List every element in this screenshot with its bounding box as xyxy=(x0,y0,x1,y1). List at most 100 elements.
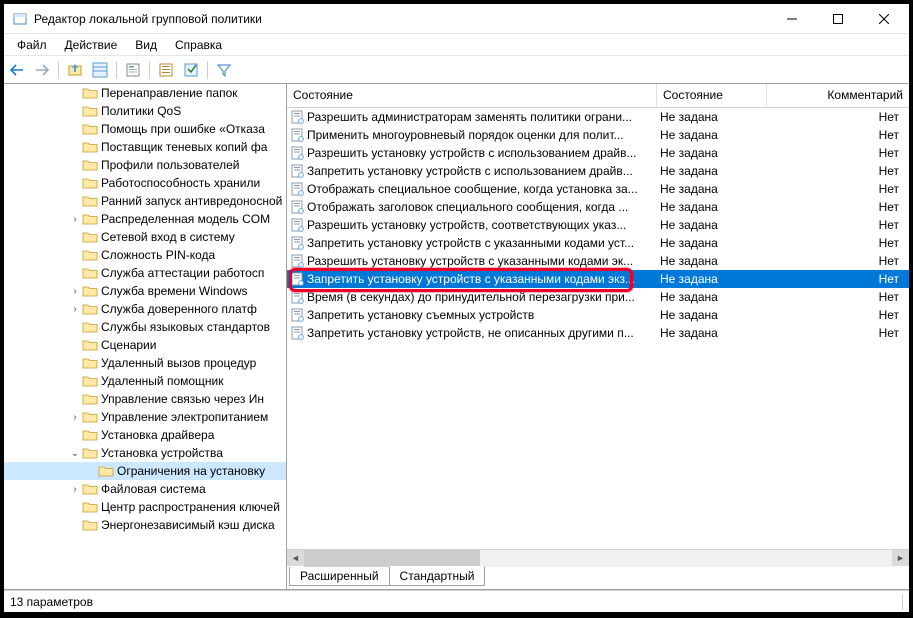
policy-row[interactable]: Отображать заголовок специального сообще… xyxy=(287,198,909,216)
policy-state: Не задана xyxy=(657,290,767,304)
policy-row[interactable]: Разрешить администраторам заменять полит… xyxy=(287,108,909,126)
folder-icon xyxy=(82,482,98,496)
list-view-button[interactable] xyxy=(89,59,111,81)
tree-item[interactable]: ›Служба доверенного платф xyxy=(4,300,286,318)
policy-row[interactable]: Время (в секундах) до принудительной пер… xyxy=(287,288,909,306)
forward-button[interactable] xyxy=(31,59,53,81)
tree-item[interactable]: Энергонезависимый кэш диска xyxy=(4,516,286,534)
tree-item[interactable]: Установка драйвера xyxy=(4,426,286,444)
column-state[interactable]: Состояние xyxy=(657,84,767,107)
minimize-button[interactable] xyxy=(769,4,815,34)
tree-item[interactable]: ⌄Установка устройства xyxy=(4,444,286,462)
scroll-track[interactable] xyxy=(304,550,892,567)
policy-name-cell: Запретить установку устройств с указанны… xyxy=(287,236,657,250)
column-comment[interactable]: Комментарий xyxy=(767,84,909,107)
menu-file[interactable]: Файл xyxy=(9,36,55,54)
policy-row[interactable]: Запретить установку устройств, не описан… xyxy=(287,324,909,342)
tree-item[interactable]: Сценарии xyxy=(4,336,286,354)
up-button[interactable] xyxy=(64,59,86,81)
tree-item[interactable]: Политики QoS xyxy=(4,102,286,120)
horizontal-scrollbar[interactable]: ◄ ► xyxy=(287,549,909,566)
policy-row[interactable]: Запретить установку устройств с указанны… xyxy=(287,234,909,252)
tree-item[interactable]: ›Управление электропитанием xyxy=(4,408,286,426)
policy-name: Запретить установку съемных устройств xyxy=(307,308,534,322)
folder-icon xyxy=(82,338,98,352)
policy-row[interactable]: Разрешить установку устройств с использо… xyxy=(287,144,909,162)
policy-name-cell: Время (в секундах) до принудительной пер… xyxy=(287,290,657,304)
list-body[interactable]: Разрешить администраторам заменять полит… xyxy=(287,108,909,549)
policy-name-cell: Отображать заголовок специального сообще… xyxy=(287,200,657,214)
tree-item[interactable]: ›Служба времени Windows xyxy=(4,282,286,300)
tree-item-label: Ранний запуск антивредоносной xyxy=(101,194,282,208)
folder-icon xyxy=(82,302,98,316)
close-button[interactable] xyxy=(861,4,907,34)
policy-row[interactable]: Разрешить установку устройств с указанны… xyxy=(287,252,909,270)
tree-item-label: Служба аттестации работосп xyxy=(101,266,264,280)
toolbar-separator xyxy=(149,61,150,79)
policy-name: Разрешить администраторам заменять полит… xyxy=(307,110,632,124)
tree-item[interactable]: Профили пользователей xyxy=(4,156,286,174)
policy-row[interactable]: Запретить установку устройств с указанны… xyxy=(287,270,909,288)
tree-panel[interactable]: Перенаправление папокПолитики QoSПомощь … xyxy=(4,84,287,589)
properties-button[interactable] xyxy=(122,59,144,81)
tree-expander-icon[interactable]: › xyxy=(68,412,82,423)
tree-item[interactable]: ›Файловая система xyxy=(4,480,286,498)
help-button[interactable] xyxy=(180,59,202,81)
tree-item[interactable]: Сетевой вход в систему xyxy=(4,228,286,246)
folder-icon xyxy=(82,140,98,154)
policy-row[interactable]: Разрешить установку устройств, соответст… xyxy=(287,216,909,234)
tree-item[interactable]: Удаленный вызов процедур xyxy=(4,354,286,372)
filter-button[interactable] xyxy=(213,59,235,81)
column-name[interactable]: Состояние xyxy=(287,84,657,107)
menu-help[interactable]: Справка xyxy=(167,36,230,54)
tab-standard[interactable]: Стандартный xyxy=(389,566,486,586)
folder-icon xyxy=(82,176,98,190)
scroll-right-arrow[interactable]: ► xyxy=(892,550,909,567)
policy-icon xyxy=(290,218,304,232)
folder-icon xyxy=(82,86,98,100)
policy-row[interactable]: Отображать специальное сообщение, когда … xyxy=(287,180,909,198)
maximize-button[interactable] xyxy=(815,4,861,34)
menubar: Файл Действие Вид Справка xyxy=(4,34,909,56)
folder-icon xyxy=(82,356,98,370)
menu-action[interactable]: Действие xyxy=(57,36,126,54)
folder-icon xyxy=(82,374,98,388)
policy-icon xyxy=(290,290,304,304)
tree-item[interactable]: Центр распространения ключей xyxy=(4,498,286,516)
tab-extended[interactable]: Расширенный xyxy=(289,567,390,586)
tree-item-label: Центр распространения ключей xyxy=(101,500,280,514)
policy-name: Отображать заголовок специального сообще… xyxy=(307,200,628,214)
tree-expander-icon[interactable]: › xyxy=(68,484,82,495)
tree-item[interactable]: Удаленный помощник xyxy=(4,372,286,390)
policy-row[interactable]: Применить многоуровневый порядок оценки … xyxy=(287,126,909,144)
policy-name: Разрешить установку устройств, соответст… xyxy=(307,218,626,232)
tree-item[interactable]: Ранний запуск антивредоносной xyxy=(4,192,286,210)
policy-row[interactable]: Запретить установку съемных устройствНе … xyxy=(287,306,909,324)
back-button[interactable] xyxy=(6,59,28,81)
tree-item[interactable]: Сложность PIN-кода xyxy=(4,246,286,264)
policy-comment: Нет xyxy=(767,182,909,196)
tree-item[interactable]: Служба аттестации работосп xyxy=(4,264,286,282)
tree-item[interactable]: Управление связью через Ин xyxy=(4,390,286,408)
tree-item[interactable]: Поставщик теневых копий фа xyxy=(4,138,286,156)
tree-expander-icon[interactable]: › xyxy=(68,304,82,315)
policy-name: Запретить установку устройств с использо… xyxy=(307,164,633,178)
details-button[interactable] xyxy=(155,59,177,81)
tree-item[interactable]: Перенаправление папок xyxy=(4,84,286,102)
tree-expander-icon[interactable]: › xyxy=(68,214,82,225)
tree-item[interactable]: Ограничения на установку xyxy=(4,462,286,480)
policy-state: Не задана xyxy=(657,218,767,232)
policy-name-cell: Отображать специальное сообщение, когда … xyxy=(287,182,657,196)
tree-item[interactable]: Службы языковых стандартов xyxy=(4,318,286,336)
menu-view[interactable]: Вид xyxy=(127,36,165,54)
scroll-thumb[interactable] xyxy=(304,550,480,567)
policy-row[interactable]: Запретить установку устройств с использо… xyxy=(287,162,909,180)
scroll-left-arrow[interactable]: ◄ xyxy=(287,550,304,567)
toolbar-separator xyxy=(58,61,59,79)
tree-expander-icon[interactable]: ⌄ xyxy=(68,448,82,459)
tree-item[interactable]: Помощь при ошибке «Отказа xyxy=(4,120,286,138)
tree-item[interactable]: ›Распределенная модель COM xyxy=(4,210,286,228)
tree-expander-icon[interactable]: › xyxy=(68,286,82,297)
tree-item[interactable]: Работоспособность хранили xyxy=(4,174,286,192)
folder-icon xyxy=(82,500,98,514)
